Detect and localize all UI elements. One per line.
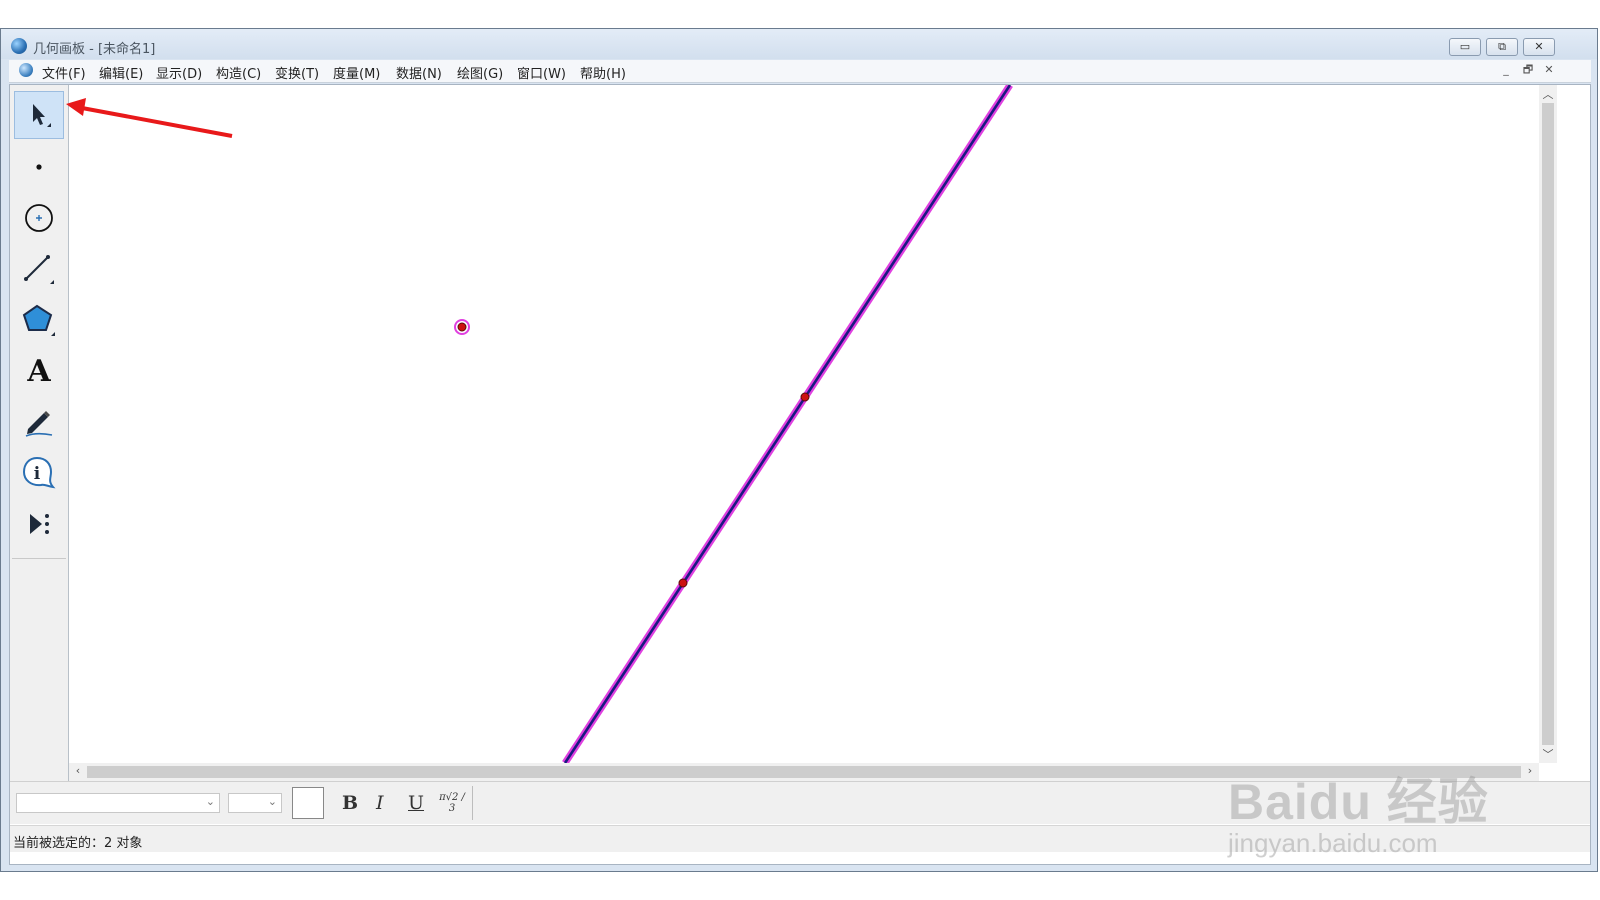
watermark-url: jingyan.baidu.com xyxy=(1228,828,1438,858)
annotation-arrow xyxy=(81,106,233,138)
annotation-arrowhead xyxy=(66,98,86,116)
watermark-logo: Baidu 经验 xyxy=(1228,774,1489,830)
